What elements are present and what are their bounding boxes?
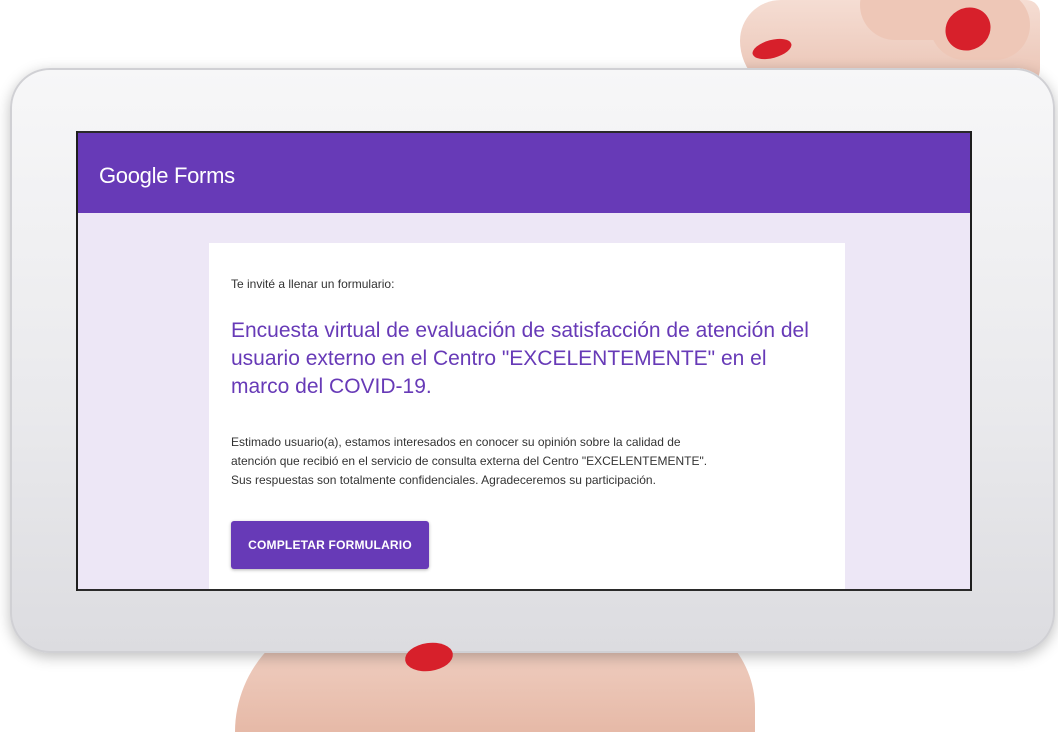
form-title[interactable]: Encuesta virtual de evaluación de satisf…	[231, 317, 811, 401]
screen: Google Forms Te invité a llenar un formu…	[76, 131, 972, 591]
forms-header: Google Forms	[76, 133, 972, 213]
complete-form-button[interactable]: COMPLETAR FORMULARIO	[231, 521, 429, 569]
invite-intro: Te invité a llenar un formulario:	[231, 277, 395, 291]
description-line: Estimado usuario(a), estamos interesados…	[231, 435, 681, 449]
brand-forms: Forms	[173, 163, 235, 188]
description-line: Sus respuestas son totalmente confidenci…	[231, 473, 656, 487]
invite-card: Te invité a llenar un formulario: Encues…	[209, 243, 845, 589]
screen-bezel-left	[76, 131, 78, 591]
form-description: Estimado usuario(a), estamos interesados…	[231, 433, 791, 490]
description-line: atención que recibió en el servicio de c…	[231, 454, 708, 468]
google-forms-logo: Google Forms	[99, 163, 235, 189]
brand-google: Google	[99, 163, 169, 188]
screen-bezel-right	[970, 131, 972, 591]
